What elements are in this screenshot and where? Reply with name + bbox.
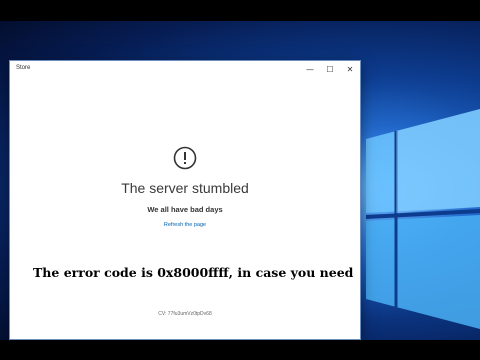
error-title: The server stumbled: [121, 180, 249, 196]
windows-logo-icon: [366, 109, 480, 329]
letterbox-bottom: [0, 340, 480, 360]
close-icon: ✕: [346, 65, 354, 74]
minimize-icon: —: [306, 65, 314, 74]
screen: Store — ☐ ✕ The server stumbled We all h…: [0, 0, 480, 360]
maximize-icon: ☐: [326, 65, 334, 74]
close-button[interactable]: ✕: [340, 61, 360, 78]
title-bar: Store — ☐ ✕: [10, 61, 360, 78]
alert-circle-icon: [173, 146, 197, 170]
refresh-page-link[interactable]: Refresh the page: [10, 222, 360, 228]
overlay-caption: The error code is 0x8000ffff, in case yo…: [33, 265, 354, 280]
minimize-button[interactable]: —: [300, 61, 320, 78]
store-window: Store — ☐ ✕ The server stumbled We all h…: [10, 61, 360, 339]
correlation-vector: CV: 77fu3umVz0tpDv68: [158, 311, 212, 317]
error-subtitle: We all have bad days: [147, 205, 223, 214]
window-title: Store: [16, 65, 31, 71]
letterbox-top: [0, 0, 480, 21]
maximize-button[interactable]: ☐: [320, 61, 340, 78]
desktop-background: Store — ☐ ✕ The server stumbled We all h…: [0, 21, 480, 340]
error-page: The server stumbled We all have bad days…: [10, 78, 360, 339]
